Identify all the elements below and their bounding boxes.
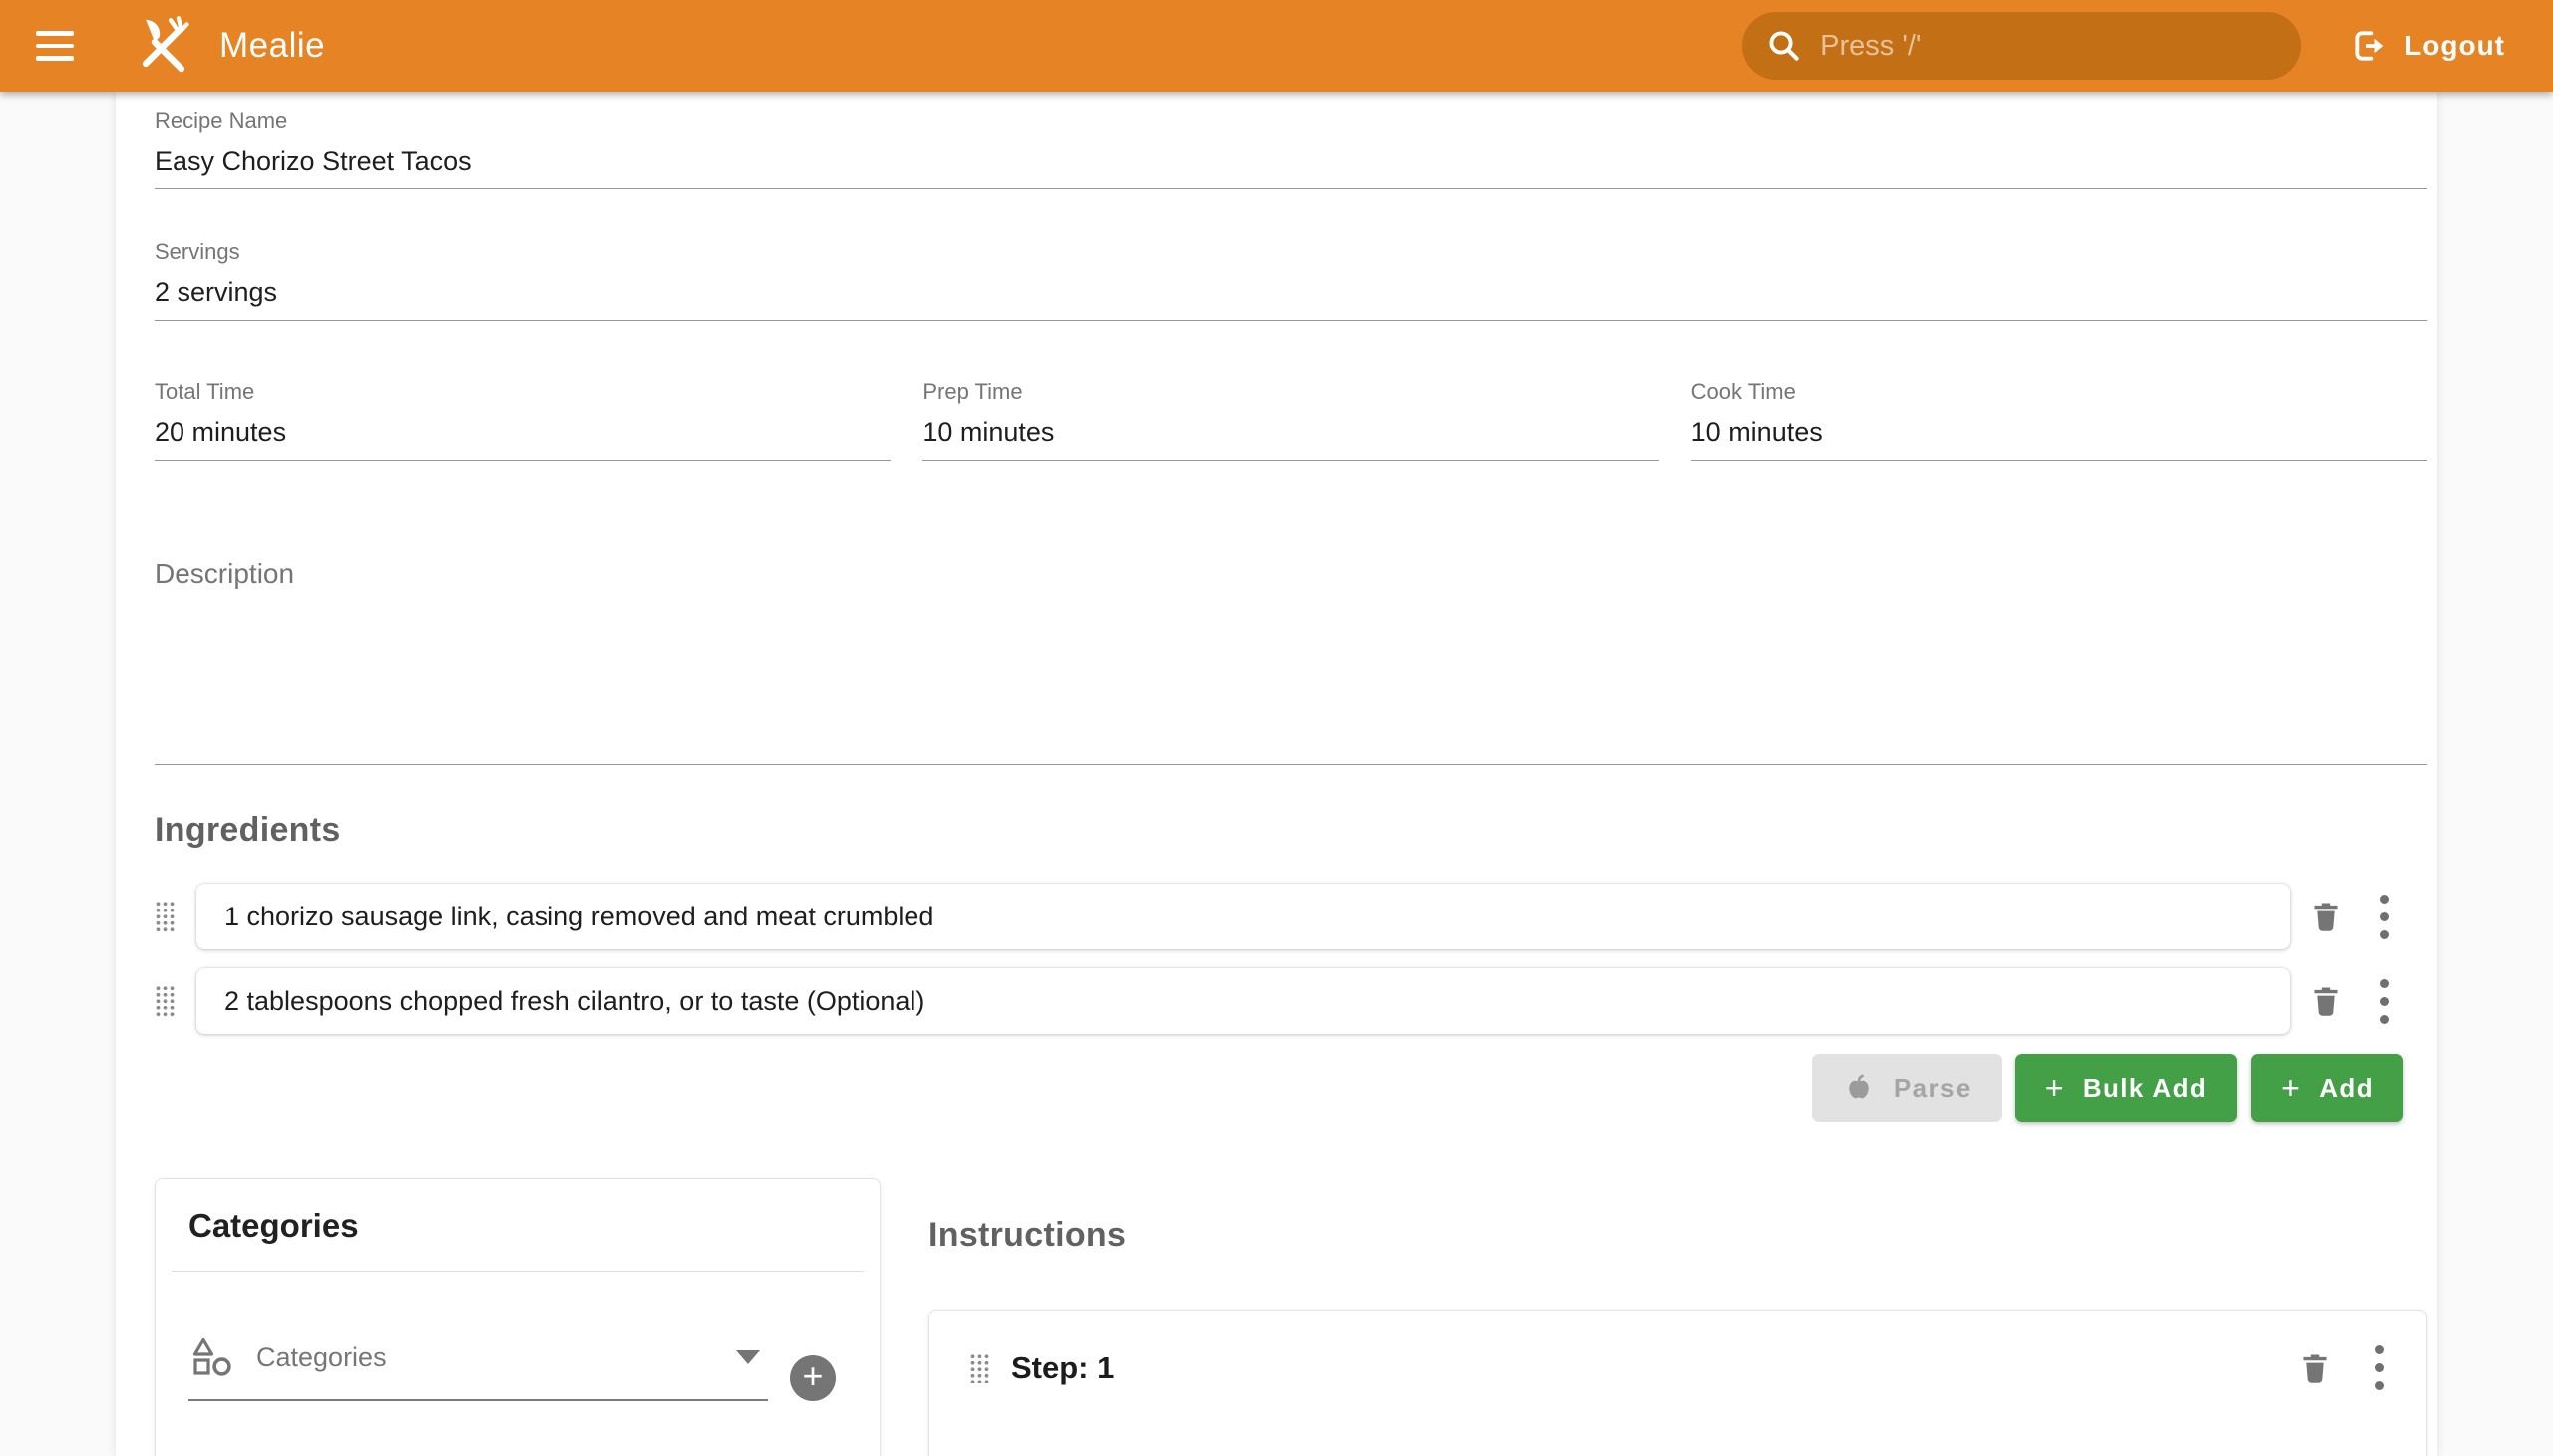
app-bar: Mealie Logout <box>0 0 2553 92</box>
prep-time-field: Prep Time <box>922 369 1658 461</box>
description-textarea[interactable] <box>155 596 2427 764</box>
step-header: Step: 1 <box>969 1345 2386 1390</box>
drag-handle-icon[interactable] <box>155 901 175 932</box>
delete-step-button[interactable] <box>2297 1350 2333 1386</box>
kebab-icon <box>2380 895 2389 939</box>
categories-combobox[interactable]: Categories <box>188 1333 768 1401</box>
add-category-button[interactable]: + <box>790 1355 836 1401</box>
ingredient-row <box>155 884 2427 949</box>
prep-time-input[interactable] <box>922 417 1658 448</box>
total-time-field: Total Time <box>155 369 891 461</box>
recipe-name-field: Recipe Name <box>155 98 2427 189</box>
plus-icon: + <box>2045 1072 2065 1104</box>
apple-icon <box>1842 1071 1876 1105</box>
mealie-logo-icon <box>134 16 193 76</box>
bottom-section: Categories Categories + Instructio <box>155 1178 2427 1456</box>
step-title: Step: 1 <box>1011 1350 1114 1386</box>
delete-ingredient-button[interactable] <box>2308 899 2344 934</box>
add-button[interactable]: + Add <box>2251 1054 2403 1122</box>
delete-ingredient-button[interactable] <box>2308 983 2344 1019</box>
chevron-down-icon[interactable] <box>736 1350 760 1364</box>
search-input[interactable] <box>1818 29 2277 64</box>
categories-card: Categories Categories + <box>155 1178 881 1456</box>
logout-icon <box>2351 27 2388 65</box>
ingredient-card[interactable] <box>196 884 2290 949</box>
cook-time-input[interactable] <box>1691 417 2427 448</box>
parse-button[interactable]: Parse <box>1812 1054 2002 1122</box>
recipe-name-label: Recipe Name <box>155 108 2427 134</box>
ingredient-card[interactable] <box>196 968 2290 1034</box>
trash-icon <box>2308 983 2344 1019</box>
description-field: Description <box>155 558 2427 765</box>
recipe-name-input[interactable] <box>155 146 2427 177</box>
kebab-icon <box>2375 1345 2384 1390</box>
instructions-column: Instructions Step: 1 <box>928 1178 2427 1456</box>
bulk-add-label: Bulk Add <box>2083 1073 2207 1104</box>
ingredient-menu-button[interactable] <box>2377 895 2391 939</box>
search-box[interactable] <box>1742 12 2301 80</box>
cook-time-field: Cook Time <box>1691 369 2427 461</box>
trash-icon <box>2308 899 2344 934</box>
kebab-icon <box>2380 979 2389 1024</box>
app-title: Mealie <box>219 26 325 66</box>
description-label: Description <box>155 558 294 589</box>
parse-label: Parse <box>1894 1073 1972 1104</box>
bulk-add-button[interactable]: + Bulk Add <box>2015 1054 2237 1122</box>
logout-button[interactable]: Logout <box>2345 26 2511 66</box>
add-label: Add <box>2319 1073 2373 1104</box>
recipe-editor-sheet: Recipe Name Servings Total Time Prep Tim… <box>116 92 2437 1456</box>
step-menu-button[interactable] <box>2372 1345 2386 1390</box>
prep-time-label: Prep Time <box>922 379 1658 405</box>
ingredient-row <box>155 968 2427 1034</box>
categories-card-title: Categories <box>156 1179 880 1271</box>
drag-handle-icon[interactable] <box>969 1353 989 1383</box>
ingredient-input[interactable] <box>222 985 2264 1018</box>
categories-combobox-row: Categories + <box>188 1333 836 1401</box>
shapes-icon <box>188 1333 236 1381</box>
ingredient-input[interactable] <box>222 901 2264 933</box>
ingredient-menu-button[interactable] <box>2377 979 2391 1024</box>
drag-handle-icon[interactable] <box>155 985 175 1017</box>
servings-field: Servings <box>155 229 2427 321</box>
ingredients-heading: Ingredients <box>155 811 2427 850</box>
menu-icon[interactable] <box>30 18 86 74</box>
step-card: Step: 1 Combine crumbled chorizo and chi… <box>928 1310 2427 1456</box>
times-row: Total Time Prep Time Cook Time <box>155 369 2427 461</box>
total-time-label: Total Time <box>155 379 891 405</box>
servings-label: Servings <box>155 239 2427 265</box>
cook-time-label: Cook Time <box>1691 379 2427 405</box>
logout-label: Logout <box>2404 30 2505 62</box>
categories-combobox-label: Categories <box>256 1342 387 1373</box>
plus-icon: + <box>2281 1072 2301 1104</box>
total-time-input[interactable] <box>155 417 891 448</box>
search-icon <box>1766 28 1802 64</box>
servings-input[interactable] <box>155 277 2427 308</box>
divider <box>172 1271 864 1272</box>
instructions-heading: Instructions <box>928 1216 2427 1255</box>
ingredient-actions: Parse + Bulk Add + Add <box>155 1054 2427 1122</box>
trash-icon <box>2297 1350 2333 1386</box>
